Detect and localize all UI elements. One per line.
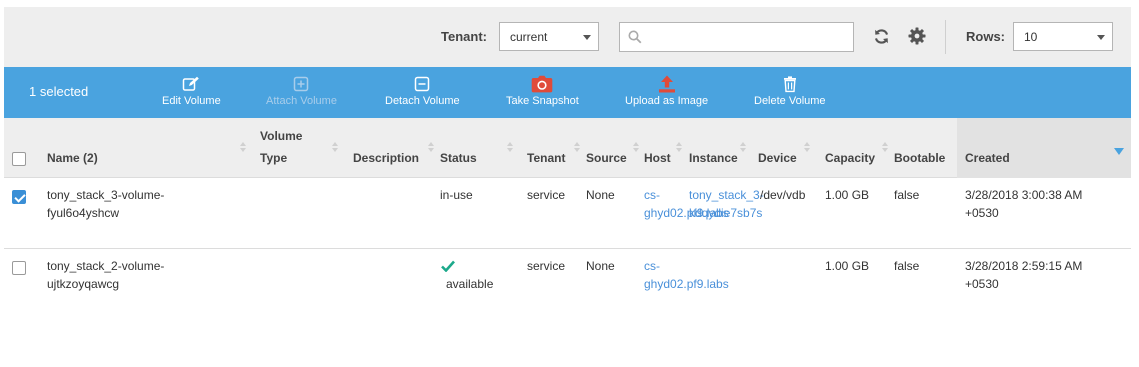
filter-bar: Tenant: current Rows: 10 bbox=[4, 7, 1131, 67]
rows-select[interactable]: 10 bbox=[1013, 22, 1113, 51]
sort-icon bbox=[428, 142, 434, 154]
volume-name: tony_stack_3-volume-fyul6o4yshcw bbox=[47, 188, 165, 220]
status-text: available bbox=[446, 277, 494, 291]
toolbar-divider bbox=[945, 20, 946, 54]
minus-square-icon bbox=[415, 76, 430, 92]
source-cell: None bbox=[586, 259, 615, 273]
created-cell: 3/28/2018 2:59:15 AM +0530 bbox=[965, 259, 1083, 291]
host-link[interactable]: cs-ghyd02.pf9.labs bbox=[644, 257, 729, 293]
table-row[interactable]: tony_stack_3-volume-fyul6o4yshcw in-use … bbox=[4, 179, 1131, 249]
tenant-select[interactable]: current bbox=[499, 22, 599, 51]
camera-icon bbox=[532, 75, 553, 93]
plus-square-icon bbox=[294, 76, 309, 92]
column-header-source[interactable]: Source bbox=[586, 147, 627, 169]
column-header-host[interactable]: Host bbox=[644, 147, 671, 169]
instance-link[interactable]: tony_stack_3- kdqydie7sb7s bbox=[689, 186, 764, 222]
source-cell: None bbox=[586, 188, 615, 202]
column-header-tenant[interactable]: Tenant bbox=[527, 147, 565, 169]
column-header-bootable[interactable]: Bootable bbox=[894, 147, 945, 169]
sort-icon bbox=[574, 142, 580, 154]
refresh-icon[interactable] bbox=[873, 28, 890, 45]
column-header-volume-type[interactable]: Volume bbox=[260, 125, 302, 147]
column-header-capacity[interactable]: Capacity bbox=[825, 147, 875, 169]
column-header-name[interactable]: Name (2) bbox=[47, 147, 98, 169]
detach-volume-button[interactable]: Detach Volume bbox=[385, 75, 460, 107]
sort-icon bbox=[882, 142, 888, 154]
sort-icon bbox=[332, 142, 338, 154]
search-input[interactable] bbox=[648, 27, 848, 47]
created-cell: 3/28/2018 3:00:38 AM +0530 bbox=[965, 188, 1083, 220]
column-header-device[interactable]: Device bbox=[758, 147, 797, 169]
sort-icon bbox=[633, 142, 639, 154]
select-all-checkbox[interactable] bbox=[12, 152, 26, 166]
column-header-instance[interactable]: Instance bbox=[689, 147, 738, 169]
rows-label: Rows: bbox=[966, 29, 1005, 44]
column-header-created[interactable]: Created bbox=[965, 147, 1010, 169]
sort-desc-icon bbox=[1114, 148, 1124, 155]
sort-icon bbox=[740, 142, 746, 154]
take-snapshot-button[interactable]: Take Snapshot bbox=[506, 75, 579, 107]
tenant-label: Tenant: bbox=[441, 29, 487, 44]
tenant-cell: service bbox=[527, 259, 566, 273]
delete-volume-button[interactable]: Delete Volume bbox=[754, 75, 826, 107]
tenant-cell: service bbox=[527, 188, 566, 202]
bootable-cell: false bbox=[894, 188, 920, 202]
upload-as-image-button[interactable]: Upload as Image bbox=[625, 75, 708, 107]
edit-icon bbox=[183, 76, 200, 91]
bootable-cell: false bbox=[894, 259, 920, 273]
detach-volume-label: Detach Volume bbox=[385, 95, 460, 107]
tenant-select-value: current bbox=[510, 30, 548, 44]
table-row[interactable]: tony_stack_2-volume-ujtkzoyqawcg availab… bbox=[4, 250, 1131, 305]
chevron-down-icon bbox=[1097, 35, 1105, 40]
trash-icon bbox=[783, 76, 796, 93]
upload-icon bbox=[658, 75, 675, 93]
status-text: in-use bbox=[440, 188, 473, 202]
volume-name: tony_stack_2-volume-ujtkzoyqawcg bbox=[47, 259, 165, 291]
column-header-volume-type-line2: Type bbox=[260, 151, 288, 165]
column-header-description[interactable]: Description bbox=[353, 147, 419, 169]
sort-icon bbox=[676, 142, 682, 154]
device-cell: /dev/vdb bbox=[760, 188, 806, 202]
capacity-cell: 1.00 GB bbox=[825, 259, 870, 273]
column-header-status[interactable]: Status bbox=[440, 147, 477, 169]
row-checkbox[interactable] bbox=[12, 261, 26, 275]
chevron-down-icon bbox=[583, 35, 591, 40]
edit-volume-button[interactable]: Edit Volume bbox=[162, 75, 221, 107]
upload-as-image-label: Upload as Image bbox=[625, 95, 709, 107]
check-icon bbox=[441, 260, 455, 272]
selection-count: 1 selected bbox=[29, 84, 89, 99]
search-icon bbox=[628, 30, 642, 44]
rows-select-value: 10 bbox=[1024, 30, 1038, 44]
take-snapshot-label: Take Snapshot bbox=[506, 95, 579, 107]
capacity-cell: 1.00 GB bbox=[825, 188, 870, 202]
sort-icon bbox=[507, 142, 513, 154]
action-bar: 1 selected Edit Volume Attach Volume Det… bbox=[4, 67, 1131, 118]
search-box[interactable] bbox=[619, 22, 854, 52]
edit-volume-label: Edit Volume bbox=[162, 95, 221, 107]
sort-icon bbox=[240, 142, 246, 154]
delete-volume-label: Delete Volume bbox=[754, 95, 826, 107]
gear-icon[interactable] bbox=[908, 27, 926, 45]
attach-volume-button[interactable]: Attach Volume bbox=[266, 75, 337, 107]
table-header: Name (2) Volume Type Description Status … bbox=[4, 118, 1131, 178]
row-checkbox[interactable] bbox=[12, 190, 26, 204]
attach-volume-label: Attach Volume bbox=[266, 95, 337, 107]
sort-icon bbox=[804, 142, 810, 154]
